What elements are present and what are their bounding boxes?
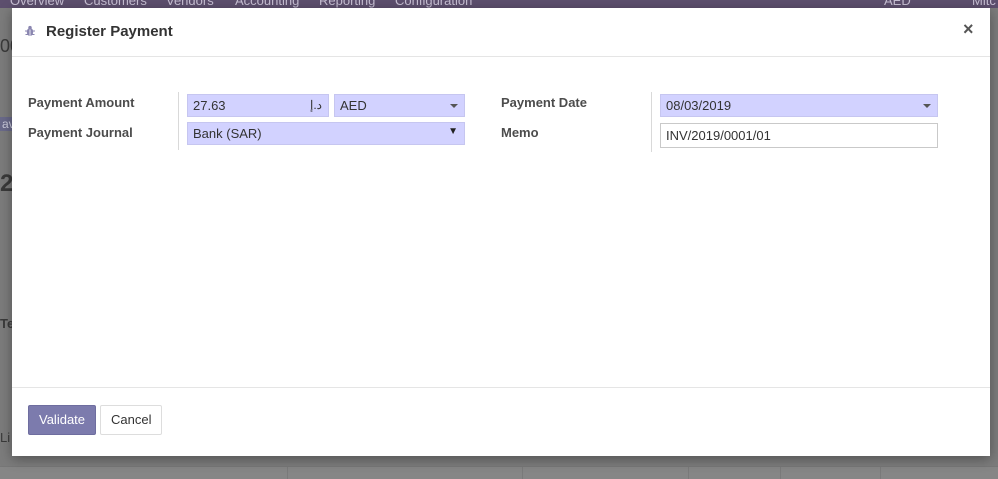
dialog-header: Register Payment × <box>12 8 990 57</box>
bg-fragment: Li <box>0 430 11 445</box>
currency-value: AED <box>340 98 367 113</box>
payment-amount-value: 27.63 <box>193 98 226 113</box>
bg-nav-item: Overview <box>10 0 65 8</box>
payment-date-input[interactable]: 08/03/2019 <box>660 94 938 117</box>
caret-down-icon <box>923 104 931 108</box>
payment-date-value: 08/03/2019 <box>666 98 732 113</box>
bg-currency-menu: AED <box>884 0 911 8</box>
payment-journal-label: Payment Journal <box>28 125 133 140</box>
validate-button[interactable]: Validate <box>28 405 97 435</box>
cancel-button[interactable]: Cancel <box>100 405 163 435</box>
memo-value: INV/2019/0001/01 <box>666 128 771 143</box>
close-button[interactable]: × <box>963 20 974 38</box>
caret-down-icon <box>450 104 458 108</box>
background-navbar: Overview Customers Vendors Accounting Re… <box>0 0 998 8</box>
field-separator <box>178 92 179 150</box>
currency-select[interactable]: AED <box>334 94 465 117</box>
bg-nav-item: Customers <box>84 0 147 8</box>
currency-symbol: د.إ <box>309 98 322 112</box>
background-footer-bar <box>0 466 998 479</box>
payment-amount-label: Payment Amount <box>28 95 135 110</box>
payment-amount-input[interactable]: 27.63 د.إ <box>187 94 329 117</box>
dialog-title: Register Payment <box>46 23 173 40</box>
bg-nav-item: Vendors <box>166 0 214 8</box>
payment-journal-select[interactable]: Bank (SAR) ▼ <box>187 122 465 145</box>
bg-user-name: Mitc <box>972 0 996 8</box>
bg-nav-item: Configuration <box>395 0 473 8</box>
dialog-footer: Validate Cancel <box>12 387 990 457</box>
register-payment-dialog: Register Payment × Payment Amount Paymen… <box>12 8 990 456</box>
bug-icon <box>25 25 35 36</box>
payment-journal-value: Bank (SAR) <box>193 126 262 141</box>
bg-nav-item: Accounting <box>235 0 300 8</box>
payment-date-label: Payment Date <box>501 95 587 110</box>
field-separator <box>651 92 652 152</box>
memo-label: Memo <box>501 125 539 140</box>
triangle-down-icon: ▼ <box>448 126 458 137</box>
bg-nav-item: Reporting <box>319 0 376 8</box>
memo-input[interactable]: INV/2019/0001/01 <box>660 123 938 148</box>
